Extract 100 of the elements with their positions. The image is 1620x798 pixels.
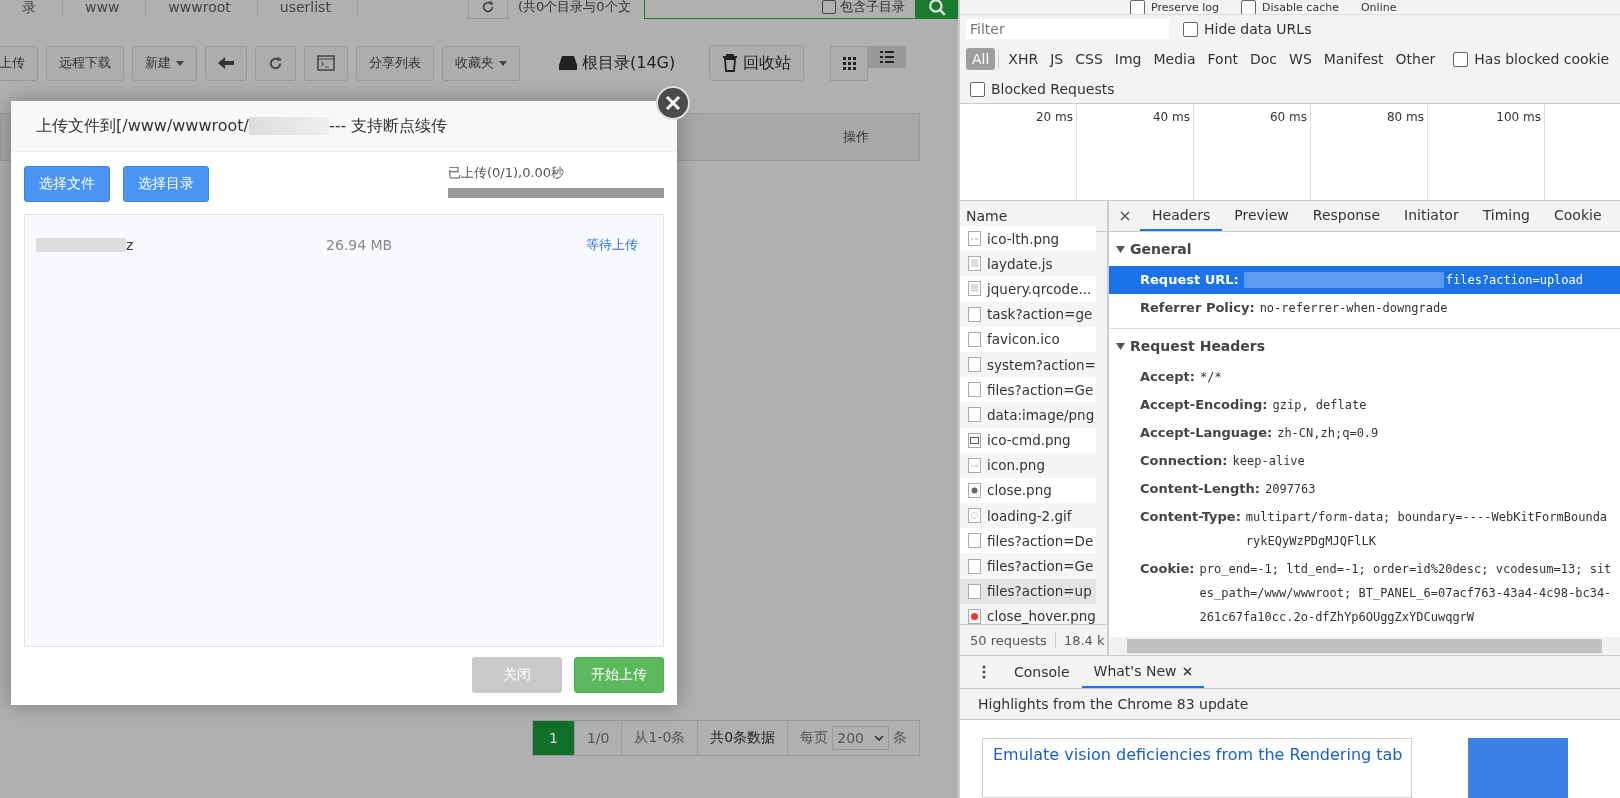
type-filter[interactable]: JS [1044,48,1070,70]
expand-arrow-icon[interactable] [1116,342,1125,350]
request-name: icon.png [987,457,1045,474]
header-value: gzip, deflate [1272,397,1368,414]
type-filter[interactable]: Doc [1244,48,1284,70]
breadcrumb-item[interactable]: 录 [0,0,63,17]
toolbar-button[interactable]: 分享列表 [356,45,434,81]
detail-tab[interactable]: Preview [1222,201,1301,231]
request-row[interactable]: files?action=Ge [960,377,1096,403]
dialog-title-suffix: --- 支持断点续传 [329,115,448,137]
toolbar-button[interactable]: 上传 [0,45,38,81]
search-button[interactable] [916,0,958,19]
detail-tab[interactable]: Headers [1140,201,1223,231]
per-page-label: 每页 [800,729,829,747]
checkbox[interactable] [1453,51,1469,67]
file-icon [968,382,981,398]
trash-icon [722,54,739,72]
header-name: Content-Type: [1140,508,1241,526]
file-icon [968,281,981,297]
request-row[interactable]: favicon.ico [960,326,1096,352]
search-field[interactable]: 包含子目录 [643,0,917,19]
tick-label: 100 ms [1496,110,1541,124]
column-header: Name [966,208,1008,224]
file-icon [968,231,981,247]
detail-tab[interactable]: Response [1300,201,1393,231]
breadcrumb-item[interactable]: userlist [257,0,358,17]
request-count: 50 requests [970,632,1047,648]
recycle-bin-button[interactable]: 回收站 [709,45,805,81]
header-value: 2097763 [1264,481,1317,498]
page-button[interactable]: 1 [533,721,575,755]
breadcrumb-item[interactable]: wwwroot [146,0,258,17]
file-name: z [126,237,134,253]
refresh-button[interactable] [467,0,508,19]
selected-header-row[interactable]: Request URL: files?action=upload [1109,266,1620,294]
drawer-tab[interactable]: What's New [1081,656,1204,688]
type-filter[interactable]: Img [1108,48,1148,70]
caret-icon [499,60,507,66]
refresh-button[interactable] [255,45,296,81]
back-button[interactable] [205,45,247,81]
breadcrumb-item[interactable]: www [63,0,147,17]
terminal-button[interactable] [304,45,348,81]
tick-label: 20 ms [1035,110,1073,124]
list-view-button[interactable] [868,45,907,68]
checkbox-label: 包含子目录 [840,0,906,16]
type-filter[interactable]: CSS [1069,48,1109,70]
detail-tab[interactable]: Cookie [1542,201,1614,231]
option-label: Hide data URLs [1204,21,1312,37]
type-filter[interactable]: Media [1147,48,1202,70]
request-name: jquery.qrcode... [987,280,1092,297]
request-row[interactable]: files?action=De [960,528,1096,554]
request-name: files?action=Ge [987,381,1094,398]
header-name: Connection: [1140,452,1228,470]
header-name: Accept-Language: [1140,424,1273,442]
request-row[interactable]: ico-lth.png [960,226,1096,252]
caret-icon [176,60,184,66]
grid-icon [842,56,856,70]
detail-tab[interactable]: Initiator [1392,201,1471,231]
throttle-select[interactable]: Online [1360,0,1397,14]
header-name: Accept: [1140,368,1195,386]
request-name: system?action= [987,356,1096,373]
request-name: close.png [987,482,1052,499]
request-row[interactable]: ico-cmd.png [960,427,1096,453]
drawer-tab[interactable]: Console [1002,656,1082,688]
detail-tab[interactable]: Timing [1470,201,1542,231]
type-filter[interactable]: Manifest [1317,48,1390,70]
file-icon [968,306,981,322]
checkbox[interactable] [1130,0,1145,14]
header-name: Accept-Encoding: [1140,396,1268,414]
type-filter[interactable]: XHR [1002,48,1045,70]
grid-view-button[interactable] [830,45,869,81]
toolbar-button[interactable]: 远程下载 [46,45,124,81]
request-row[interactable]: files?action=up [960,578,1096,604]
request-name: task?action=ge [987,306,1093,323]
drive-icon [558,55,578,71]
dropdown-button[interactable]: 新建 [132,45,197,81]
folder-summary: (共0个目录与0个文 [517,0,632,16]
per-page-select[interactable]: 200 [832,726,889,750]
file-icon [968,533,981,549]
checkbox[interactable] [1241,0,1257,14]
disk-label[interactable]: 根目录(14G) [582,52,676,74]
checkbox[interactable] [822,0,837,14]
type-filter[interactable]: WS [1283,48,1318,70]
close-icon[interactable] [1120,211,1130,221]
request-row[interactable]: jquery.qrcode... [960,276,1096,302]
request-name: files?action=De [987,532,1094,549]
request-row[interactable]: close.png [960,477,1096,504]
page-info: 1/0 [574,721,623,755]
type-filter[interactable]: Other [1389,48,1442,70]
type-filter[interactable]: Font [1201,48,1244,70]
file-icon [968,457,981,473]
file-icon [968,432,981,448]
feature-link[interactable]: Emulate vision deficiencies from the Rendering tab [993,745,1403,764]
close-icon[interactable] [1182,666,1192,676]
filter-field[interactable]: Filter [966,19,1169,39]
expand-arrow-icon[interactable] [1116,245,1125,253]
file-icon [968,407,981,423]
checkbox[interactable] [1183,21,1198,37]
checkbox[interactable] [970,81,985,97]
horizontal-scrollbar[interactable] [1109,637,1620,655]
dropdown-button[interactable]: 收藏夹 [442,45,520,81]
